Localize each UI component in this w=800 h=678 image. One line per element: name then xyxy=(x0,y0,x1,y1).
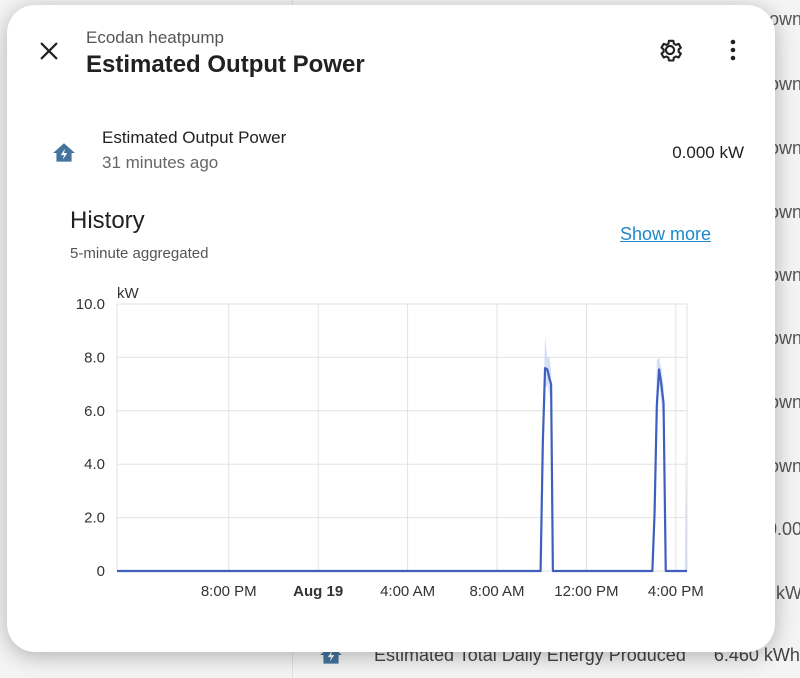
history-chart[interactable]: 0 2.0 4.0 6.0 8.0 10.0 8:00 PM Aug 19 4:00 AM 8:0… xyxy=(7,5,775,652)
background-text-fragment: kW xyxy=(776,583,800,603)
y-axis-label: kW xyxy=(117,285,140,302)
x-tick-label: 8:00 AM xyxy=(469,583,524,600)
series-minmax-band xyxy=(117,336,687,571)
x-tick-label: 4:00 PM xyxy=(648,583,704,600)
x-tick-label: Aug 19 xyxy=(293,583,343,600)
more-info-dialog: Ecodan heatpump Estimated Output Power E… xyxy=(7,5,775,652)
y-tick-label: 6.0 xyxy=(84,403,105,420)
y-tick-label: 4.0 xyxy=(84,456,105,473)
y-tick-label: 8.0 xyxy=(84,349,105,366)
x-tick-label: 4:00 AM xyxy=(380,583,435,600)
x-tick-label: 12:00 PM xyxy=(554,583,618,600)
x-tick-label: 8:00 PM xyxy=(201,583,257,600)
y-tick-label: 2.0 xyxy=(84,510,105,527)
y-tick-label: 10.0 xyxy=(76,296,105,313)
series-line xyxy=(117,366,687,573)
y-tick-label: 0 xyxy=(97,563,105,580)
